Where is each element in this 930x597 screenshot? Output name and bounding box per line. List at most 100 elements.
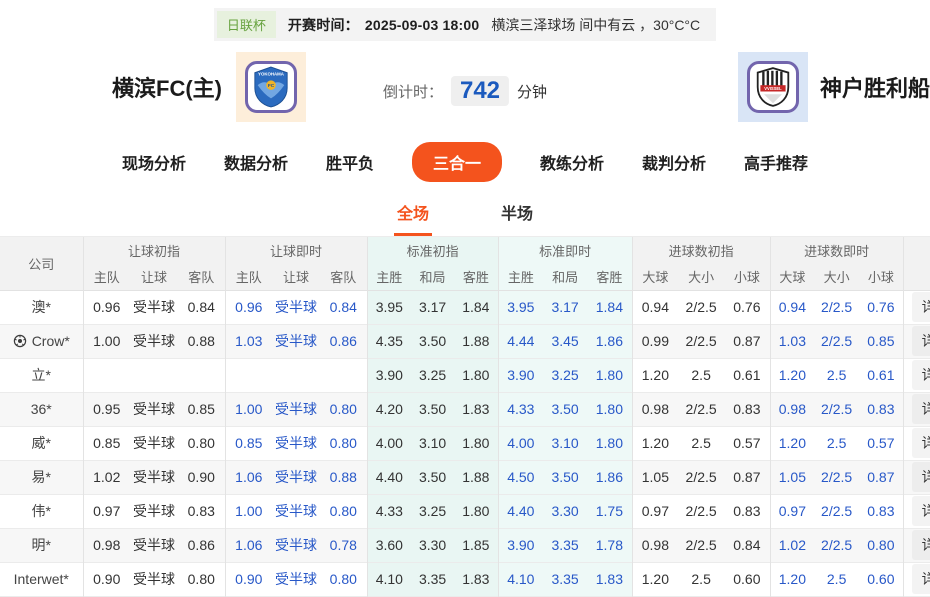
live-odds-cell[interactable]: 1.20 xyxy=(769,561,815,596)
detail-link[interactable]: 详 xyxy=(911,394,930,424)
live-odds-cell[interactable]: 受半球 xyxy=(272,459,321,494)
live-odds-cell[interactable]: 受半球 xyxy=(272,493,321,528)
live-odds-cell[interactable]: 4.33 xyxy=(497,391,544,426)
live-odds-cell[interactable]: 受半球 xyxy=(272,323,321,358)
live-odds-cell[interactable]: 2/2.5 xyxy=(814,323,860,358)
live-odds-cell[interactable]: 0.88 xyxy=(320,459,368,494)
live-odds-cell[interactable]: 1.00 xyxy=(224,391,273,426)
live-odds-cell[interactable]: 1.02 xyxy=(769,527,815,562)
live-odds-cell[interactable]: 2/2.5 xyxy=(814,527,860,562)
live-odds-cell[interactable]: 0.85 xyxy=(859,323,904,358)
live-odds-cell[interactable]: 1.75 xyxy=(587,493,633,528)
live-odds-cell[interactable]: 2.5 xyxy=(814,425,860,460)
nav-tab[interactable]: 裁判分析 xyxy=(642,150,706,174)
live-odds-cell[interactable]: 1.78 xyxy=(587,527,633,562)
detail-link[interactable]: 详 xyxy=(911,496,930,526)
live-odds-cell[interactable]: 4.00 xyxy=(497,425,544,460)
live-odds-cell[interactable]: 0.80 xyxy=(320,425,368,460)
live-odds-cell[interactable]: 2/2.5 xyxy=(814,290,859,324)
live-odds-cell[interactable]: 0.84 xyxy=(320,290,367,324)
live-odds-cell[interactable]: 0.60 xyxy=(859,561,904,596)
nav-tab[interactable]: 现场分析 xyxy=(122,150,186,174)
live-odds-cell[interactable]: 0.80 xyxy=(320,561,368,596)
live-odds-cell[interactable]: 3.30 xyxy=(543,493,588,528)
live-odds-cell[interactable]: 1.86 xyxy=(587,323,633,358)
nav-tab[interactable]: 高手推荐 xyxy=(744,150,808,174)
live-odds-cell[interactable]: 0.96 xyxy=(224,290,273,324)
live-odds-cell[interactable]: 受半球 xyxy=(272,290,320,324)
live-odds-cell[interactable]: 3.90 xyxy=(497,357,544,392)
live-odds-cell[interactable]: 1.20 xyxy=(769,425,815,460)
live-odds-cell[interactable]: 2.5 xyxy=(814,357,860,392)
live-odds-cell[interactable]: 0.85 xyxy=(224,425,273,460)
scope-tab-active[interactable]: 全场 xyxy=(393,194,432,236)
detail-cell: 详 xyxy=(902,391,930,426)
live-odds-cell[interactable]: 2.5 xyxy=(814,561,860,596)
live-odds-cell[interactable]: 0.78 xyxy=(320,527,368,562)
live-odds-cell[interactable]: 3.95 xyxy=(497,290,544,324)
live-odds-cell[interactable]: 0.90 xyxy=(224,561,273,596)
live-odds-cell[interactable]: 4.40 xyxy=(497,493,544,528)
nav-tab-active[interactable]: 三合一 xyxy=(411,142,502,182)
live-odds-cell[interactable]: 2/2.5 xyxy=(814,493,860,528)
live-odds-cell[interactable]: 受半球 xyxy=(272,425,321,460)
live-odds-cell[interactable]: 3.45 xyxy=(543,323,588,358)
live-odds-cell[interactable]: 受半球 xyxy=(272,561,321,596)
live-odds-cell[interactable]: 0.76 xyxy=(859,290,903,324)
detail-link[interactable]: 详 xyxy=(911,326,930,356)
live-odds-cell[interactable]: 受半球 xyxy=(272,527,321,562)
live-odds-cell[interactable]: 4.10 xyxy=(497,561,544,596)
live-odds-cell[interactable]: 1.80 xyxy=(587,357,633,392)
live-odds-cell[interactable]: 3.25 xyxy=(543,357,588,392)
live-odds-cell[interactable]: 0.98 xyxy=(769,391,815,426)
live-odds-cell[interactable]: 1.20 xyxy=(769,357,815,392)
detail-link[interactable]: 详 xyxy=(911,360,930,390)
live-odds-cell[interactable]: 受半球 xyxy=(272,391,321,426)
live-odds-cell[interactable]: 1.80 xyxy=(587,425,633,460)
live-odds-cell[interactable]: 1.00 xyxy=(224,493,273,528)
live-odds-cell[interactable]: 0.87 xyxy=(859,459,904,494)
live-odds-cell[interactable]: 3.35 xyxy=(543,561,588,596)
home-team-logo: YOKOHAMA FC xyxy=(235,52,306,122)
live-odds-cell[interactable]: 1.80 xyxy=(587,391,633,426)
nav-tab[interactable]: 胜平负 xyxy=(326,150,374,174)
live-odds-cell[interactable]: 0.80 xyxy=(320,391,368,426)
live-odds-cell[interactable]: 0.97 xyxy=(769,493,815,528)
live-odds-cell[interactable]: 0.61 xyxy=(859,357,904,392)
live-odds-cell[interactable]: 1.03 xyxy=(224,323,273,358)
scope-tab[interactable]: 半场 xyxy=(498,194,536,236)
group-header: 让球初指 xyxy=(82,237,226,263)
live-odds-cell[interactable]: 0.86 xyxy=(320,323,368,358)
live-odds-cell[interactable]: 0.80 xyxy=(859,527,904,562)
live-odds-cell[interactable]: 1.83 xyxy=(587,561,633,596)
live-odds-cell[interactable]: 0.94 xyxy=(769,290,815,324)
live-odds-cell[interactable]: 0.83 xyxy=(859,493,904,528)
live-odds-cell[interactable]: 1.05 xyxy=(769,459,815,494)
live-odds-cell[interactable]: 1.06 xyxy=(224,527,273,562)
live-odds-cell[interactable]: 3.10 xyxy=(543,425,588,460)
detail-link[interactable]: 详 xyxy=(911,292,930,322)
live-odds-cell[interactable]: 2/2.5 xyxy=(814,459,860,494)
live-odds-cell[interactable]: 1.06 xyxy=(224,459,273,494)
live-odds-cell[interactable]: 3.50 xyxy=(543,459,588,494)
live-odds-cell[interactable]: 0.57 xyxy=(859,425,904,460)
live-odds-cell[interactable]: 3.35 xyxy=(543,527,588,562)
live-odds-cell[interactable]: 4.50 xyxy=(497,459,544,494)
detail-link[interactable]: 详 xyxy=(911,530,930,560)
live-odds-cell[interactable]: 1.84 xyxy=(587,290,633,324)
nav-tab[interactable]: 数据分析 xyxy=(224,150,288,174)
nav-tab[interactable]: 教练分析 xyxy=(540,150,604,174)
live-odds-cell[interactable]: 3.90 xyxy=(497,527,544,562)
live-odds-cell[interactable]: 1.86 xyxy=(587,459,633,494)
live-odds-cell[interactable]: 3.50 xyxy=(543,391,588,426)
live-odds-cell[interactable]: 4.44 xyxy=(497,323,544,358)
detail-link[interactable]: 详 xyxy=(911,462,930,492)
live-odds-cell[interactable]: 0.83 xyxy=(859,391,904,426)
live-odds-cell[interactable]: 0.80 xyxy=(320,493,368,528)
detail-link[interactable]: 详 xyxy=(911,428,930,458)
live-odds-cell[interactable]: 3.17 xyxy=(543,290,588,324)
live-odds-cell[interactable]: 2/2.5 xyxy=(814,391,860,426)
league-badge[interactable]: 日联杯 xyxy=(216,11,276,38)
detail-link[interactable]: 详 xyxy=(911,564,930,594)
live-odds-cell[interactable]: 1.03 xyxy=(769,323,815,358)
